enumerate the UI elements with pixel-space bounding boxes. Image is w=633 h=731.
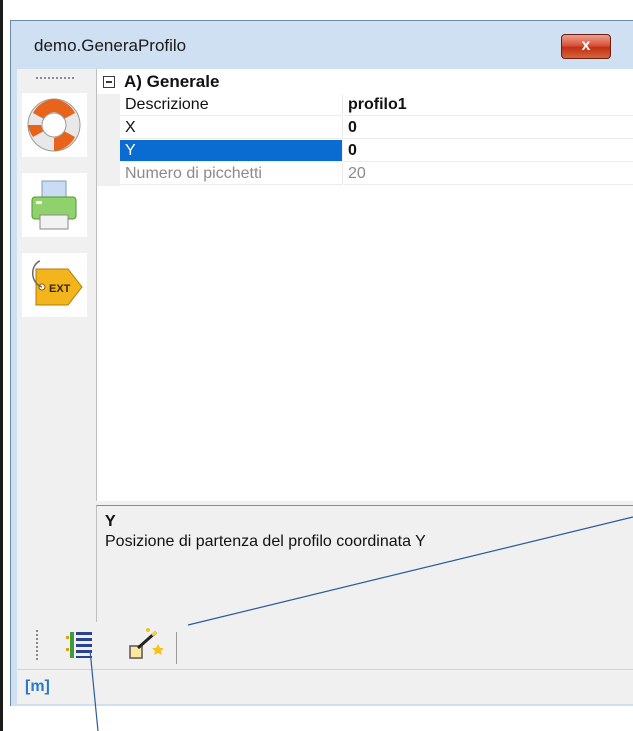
categorized-list-icon <box>66 632 92 658</box>
ext-tag-label: EXT <box>49 283 71 295</box>
description-text: Posizione di partenza del profilo coordi… <box>105 533 426 550</box>
description-panel: Y Posizione di partenza del profilo coor… <box>96 505 633 622</box>
row-margin <box>97 117 120 140</box>
collapse-icon[interactable] <box>103 76 115 88</box>
ext-tag-icon: EXT <box>32 260 83 306</box>
app-window: demo.GeneraProfilo x EXT A) Generale Des… <box>10 20 633 706</box>
title-bar[interactable]: demo.GeneraProfilo x <box>11 21 633 69</box>
lifebuoy-icon <box>27 98 81 152</box>
description-title: Y <box>105 513 116 530</box>
property-row-numero-picchetti[interactable]: Numero di picchetti 20 <box>97 163 633 186</box>
window-client-area: EXT A) Generale Descrizione profilo1 X 0 <box>17 69 633 704</box>
property-row-x[interactable]: X 0 <box>97 117 633 140</box>
side-toolbar: EXT <box>17 69 93 669</box>
help-button[interactable] <box>22 93 87 157</box>
wizard-button[interactable] <box>122 626 168 664</box>
property-value-readonly: 20 <box>344 163 633 185</box>
property-value-input[interactable]: profilo1 <box>344 94 633 116</box>
page-left-edge <box>0 0 3 731</box>
property-name: Descrizione <box>120 94 343 116</box>
toolbar-separator <box>176 632 177 664</box>
property-name: X <box>120 117 343 139</box>
unit-label: [m] <box>25 678 50 695</box>
row-margin <box>97 163 120 186</box>
print-button[interactable] <box>22 173 87 237</box>
toolbar-grip[interactable] <box>36 77 76 79</box>
property-row-y[interactable]: Y 0 <box>97 140 633 163</box>
categorized-view-button[interactable] <box>58 626 104 664</box>
property-name: Y <box>120 140 343 162</box>
property-value-input[interactable]: 0 <box>344 117 633 139</box>
window-title: demo.GeneraProfilo <box>34 36 187 55</box>
row-margin <box>97 140 120 163</box>
property-name: Numero di picchetti <box>120 163 343 185</box>
extension-button[interactable]: EXT <box>22 253 87 317</box>
row-margin <box>97 94 120 117</box>
close-icon: x <box>581 37 591 54</box>
property-row-descrizione[interactable]: Descrizione profilo1 <box>97 94 633 117</box>
status-bar: [m] <box>17 669 633 704</box>
property-value-input[interactable]: 0 <box>344 140 633 162</box>
property-grid: A) Generale Descrizione profilo1 X 0 Y 0… <box>96 69 633 501</box>
category-label: A) Generale <box>124 72 220 91</box>
close-button[interactable]: x <box>561 34 611 59</box>
magic-wand-icon <box>129 628 164 659</box>
bottom-toolbar <box>34 622 633 668</box>
category-row[interactable]: A) Generale <box>97 69 633 94</box>
printer-icon <box>31 180 77 230</box>
toolbar-grip[interactable] <box>36 630 38 660</box>
